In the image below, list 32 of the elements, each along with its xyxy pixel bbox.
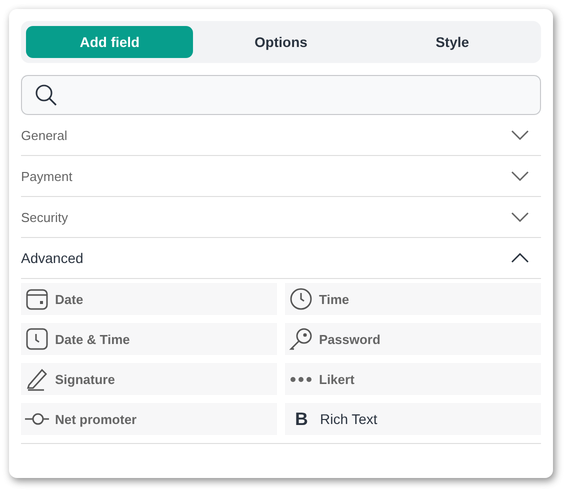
search-field[interactable] [21,75,541,115]
section-title: General [21,128,68,142]
field-item[interactable]: Time [285,283,541,315]
tab[interactable]: Add field [26,26,194,58]
section-header[interactable]: Security [21,197,541,238]
section-header[interactable]: Advanced [21,238,541,279]
field-item[interactable]: B Rich Text [285,403,541,435]
dots-icon [289,376,313,382]
section-header[interactable]: Payment [21,156,541,197]
calendar-icon [25,287,49,311]
bold-icon: B [295,408,308,430]
chevron-icon [511,171,529,181]
search-icon [34,83,58,107]
tab[interactable]: Options [197,26,365,58]
tab[interactable]: Style [368,26,536,58]
pen-icon [25,367,49,391]
field-item[interactable]: Likert [285,363,541,395]
field-item[interactable]: Date [21,283,277,315]
field-item[interactable]: Signature [21,363,277,395]
field-item[interactable]: Date & Time [21,323,277,355]
section-header[interactable]: General [21,115,541,156]
field-item[interactable]: Net promoter [21,403,277,435]
chevron-icon [511,253,529,263]
chevron-icon [511,130,529,140]
clock-icon [25,327,49,351]
section-title: Advanced [21,250,84,266]
key-icon [289,327,313,351]
chevron-icon [511,212,529,222]
clock-icon [289,287,313,311]
section-title: Security [21,210,68,224]
field-item[interactable]: Password [285,323,541,355]
section-title: Payment [21,168,72,184]
